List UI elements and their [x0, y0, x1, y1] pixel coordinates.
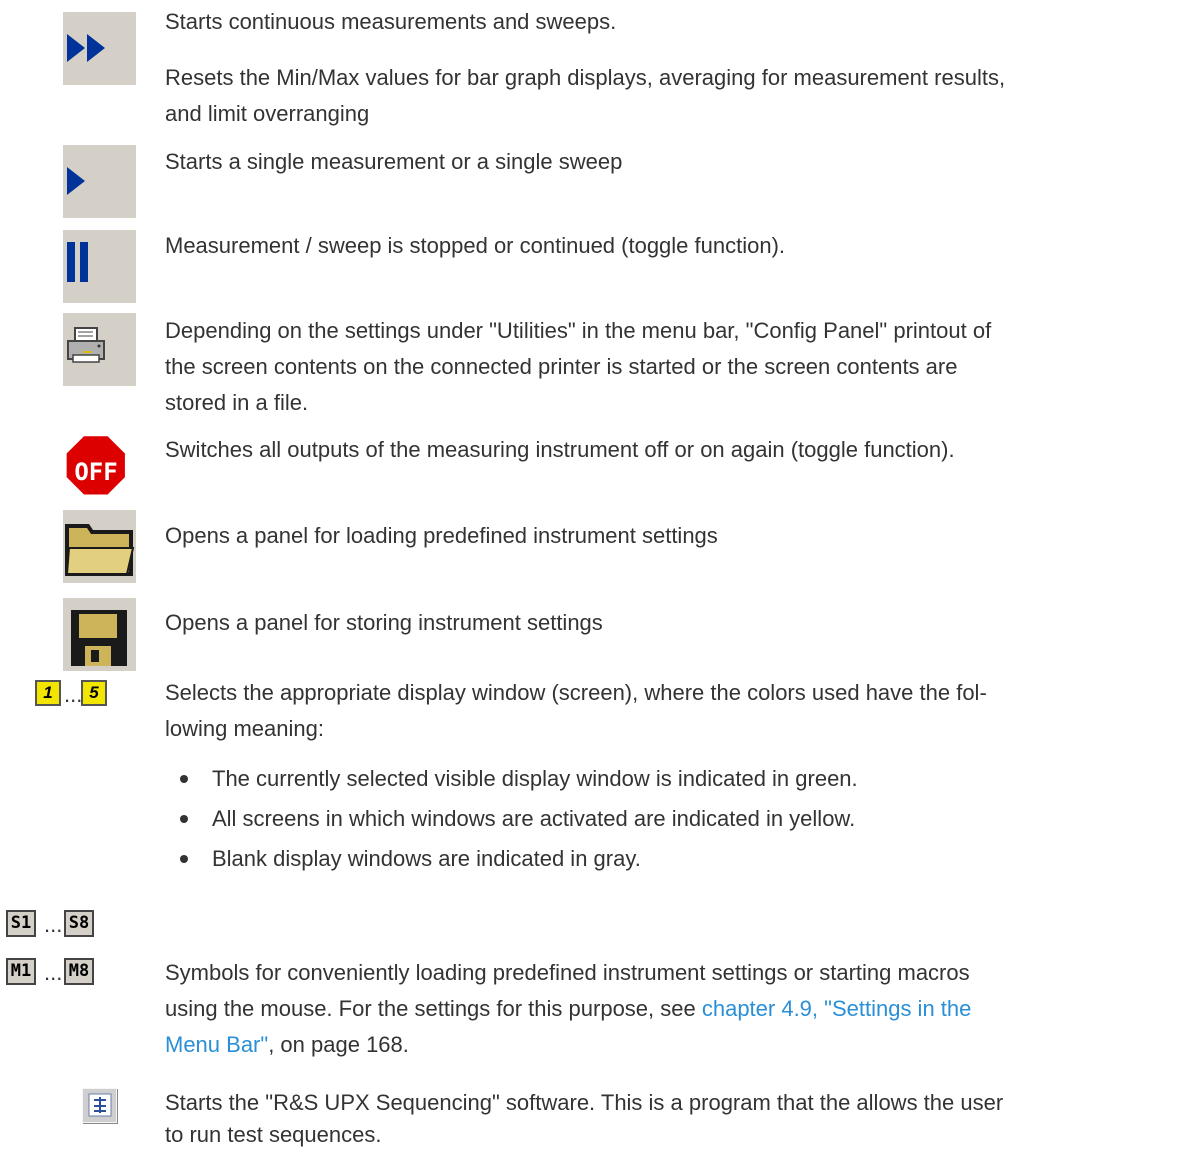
continuous-desc-line2: Resets the Min/Max values for bar graph …	[165, 65, 1006, 90]
settings-s8-button[interactable]: S8	[64, 910, 94, 937]
floppy-disk-icon	[71, 610, 127, 666]
chapter-link-cont[interactable]: Menu Bar"	[165, 1032, 268, 1057]
print-button[interactable]	[63, 313, 136, 386]
stop-off-icon: OFF	[64, 430, 133, 497]
pause-button[interactable]	[63, 230, 136, 303]
chapter-link[interactable]: chapter 4.9, "Settings in the	[702, 996, 972, 1021]
macro-m1-button[interactable]: M1	[6, 958, 36, 985]
settings-s1-button[interactable]: S1	[6, 910, 36, 937]
bullet-dot	[180, 775, 188, 783]
window-5-button[interactable]: 5	[81, 680, 107, 706]
windows-desc-line2: lowing meaning:	[165, 716, 324, 741]
sequencing-desc-line1: Starts the "R&S UPX Sequencing" software…	[165, 1090, 1004, 1115]
continuous-run-button[interactable]	[63, 12, 136, 85]
bullet-item: Blank display windows are indicated in g…	[212, 846, 641, 871]
sequencing-icon	[88, 1093, 112, 1117]
single-run-button[interactable]	[63, 145, 136, 218]
settings-range-ellipsis: ...	[44, 912, 63, 937]
macro-desc-page: , on page 168.	[268, 1032, 409, 1057]
store-settings-button[interactable]	[63, 598, 136, 671]
bullet-item: All screens in which windows are activat…	[212, 806, 856, 831]
macro-m8-button[interactable]: M8	[64, 958, 94, 985]
load-settings-desc: Opens a panel for loading predefined ins…	[165, 523, 718, 548]
bullet-dot	[180, 855, 188, 863]
folder-open-icon	[65, 524, 135, 576]
window-1-button[interactable]: 1	[35, 680, 61, 706]
bullet-item: The currently selected visible display w…	[212, 766, 858, 791]
macro-desc-line2: using the mouse. For the settings for th…	[165, 991, 971, 1027]
outputs-off-button[interactable]: OFF	[63, 430, 136, 503]
off-icon-label: OFF	[74, 458, 117, 486]
continuous-desc-line3: and limit overranging	[165, 101, 370, 126]
store-settings-desc: Opens a panel for storing instrument set…	[165, 610, 603, 635]
macro-desc-line1: Symbols for conveniently loading predefi…	[165, 960, 970, 985]
bullet-dot	[180, 815, 188, 823]
print-desc-line2: the screen contents on the connected pri…	[165, 354, 958, 379]
windows-desc-line1: Selects the appropriate display window (…	[165, 680, 987, 705]
macro-desc-line3: Menu Bar", on page 168.	[165, 1027, 409, 1063]
load-settings-button[interactable]	[63, 510, 136, 583]
single-desc: Starts a single measurement or a single …	[165, 149, 623, 174]
print-desc-line1: Depending on the settings under "Utiliti…	[165, 318, 992, 343]
macro-desc-text: using the mouse. For the settings for th…	[165, 996, 702, 1021]
fast-forward-icon	[67, 34, 105, 62]
pause-icon	[67, 242, 88, 282]
sequencing-desc-line2: to run test sequences.	[165, 1122, 382, 1147]
print-desc-line3: stored in a file.	[165, 390, 309, 415]
pause-desc: Measurement / sweep is stopped or contin…	[165, 233, 786, 258]
sequencing-button[interactable]	[82, 1088, 117, 1123]
play-icon	[67, 167, 85, 195]
continuous-desc-line1: Starts continuous measurements and sweep…	[165, 9, 617, 34]
outputs-off-desc: Switches all outputs of the measuring in…	[165, 437, 955, 462]
window-range-ellipsis: ...	[64, 682, 83, 707]
macro-range-ellipsis: ...	[44, 960, 63, 985]
printer-icon	[67, 327, 105, 363]
